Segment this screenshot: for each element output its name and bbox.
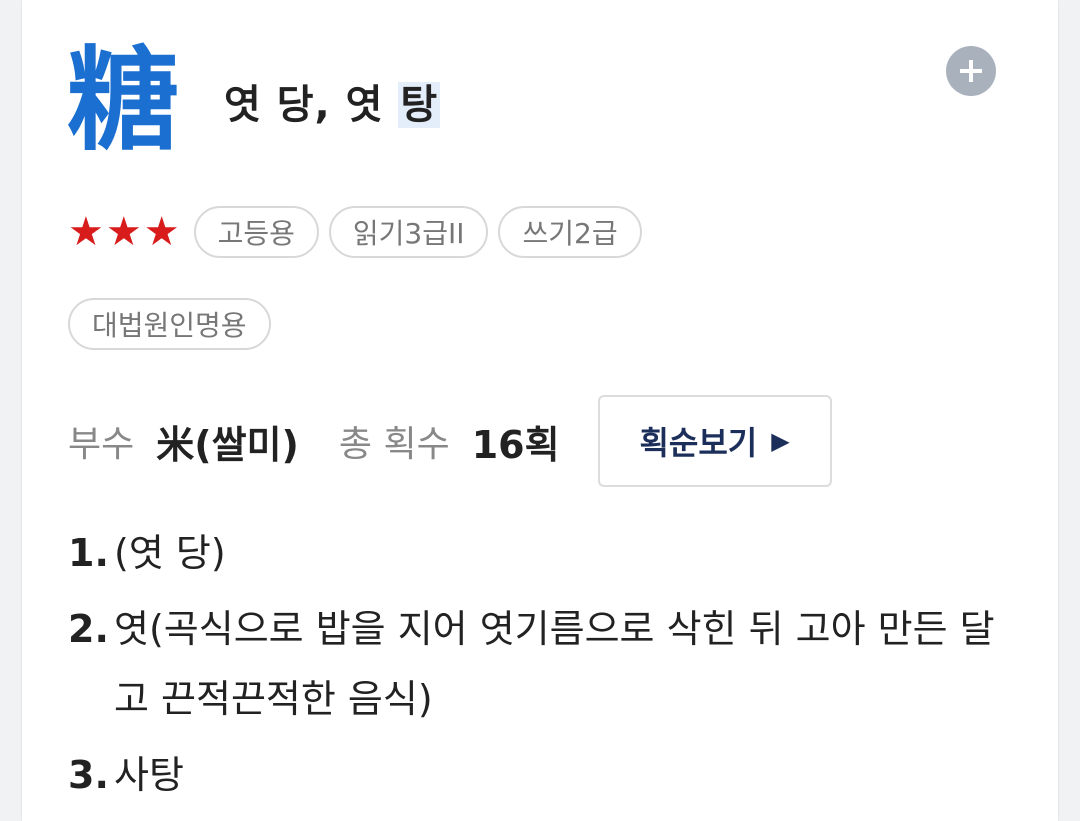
reading-highlight: 탕: [398, 82, 441, 128]
definition-text: 사탕: [114, 753, 184, 797]
strokes-value: 16획: [471, 422, 560, 467]
star-icon: ★: [68, 209, 104, 255]
play-triangle-icon: ▶: [771, 427, 790, 455]
hanja-entry-card: 糖 엿 당, 엿 탕 ★ ★ ★ 고등용 읽기3급II 쓰기2급 대법원인명용 …: [22, 0, 1058, 821]
level-tag[interactable]: 대법원인명용: [68, 298, 271, 350]
stroke-order-button[interactable]: 획순보기 ▶: [597, 395, 832, 487]
star-icon: ★: [143, 209, 180, 255]
level-row: ★ ★ ★ 고등용 읽기3급II 쓰기2급: [68, 204, 652, 260]
radical-value: 米(쌀미): [156, 422, 299, 467]
definition-item: 2. 엿(곡식으로 밥을 지어 엿기름으로 삭힌 뒤 고아 만든 달고 끈적끈적…: [68, 594, 1008, 734]
level-tag[interactable]: 쓰기2급: [498, 206, 642, 258]
level-row-2: 대법원인명용: [68, 298, 281, 350]
strokes-label: 총 획수: [338, 424, 450, 465]
add-to-wordbook-button[interactable]: [946, 46, 996, 96]
hanja-info-row: 부수 米(쌀미) 총 획수 16획 획순보기 ▶: [68, 394, 832, 488]
definition-item: 3. 사탕: [68, 740, 1008, 810]
plus-icon: [960, 60, 982, 82]
difficulty-stars: ★ ★ ★: [68, 212, 180, 252]
reading-text: 엿 당, 엿: [224, 82, 399, 128]
definition-text: 엿(곡식으로 밥을 지어 엿기름으로 삭힌 뒤 고아 만든 달고 끈적끈적한 음…: [114, 607, 995, 721]
radical-label: 부수: [68, 424, 135, 465]
definition-number: 1.: [68, 531, 109, 575]
star-icon: ★: [105, 209, 142, 255]
definition-list: 1. (엿 당) 2. 엿(곡식으로 밥을 지어 엿기름으로 삭힌 뒤 고아 만…: [68, 518, 1008, 816]
hanja-character: 糖: [67, 36, 179, 166]
definition-item: 1. (엿 당): [68, 518, 1008, 588]
definition-number: 2.: [68, 607, 109, 651]
level-tag[interactable]: 고등용: [193, 206, 319, 258]
definition-text: (엿 당): [114, 531, 226, 575]
hanja-reading: 엿 당, 엿 탕: [224, 78, 441, 132]
definition-number: 3.: [68, 753, 109, 797]
level-tag[interactable]: 읽기3급II: [328, 206, 489, 258]
stroke-order-label: 획순보기: [639, 424, 758, 462]
